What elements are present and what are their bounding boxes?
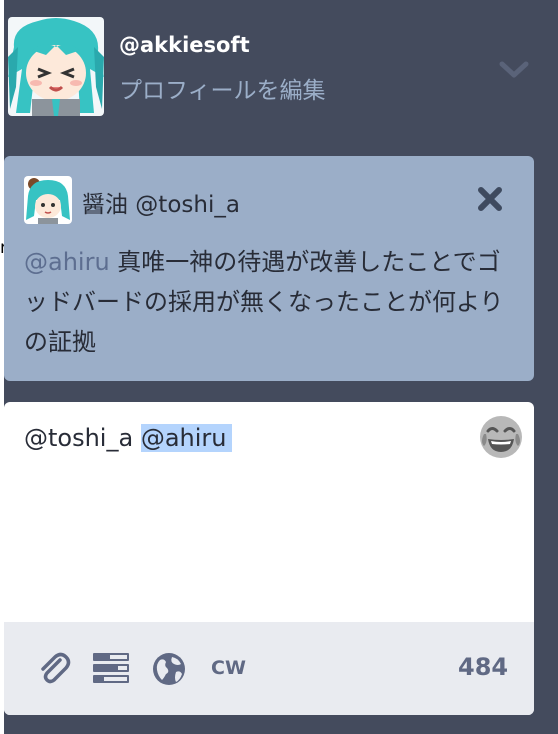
compose-form: @toshi_a @ahiru CW 484 [4, 402, 534, 715]
compose-textarea[interactable]: @toshi_a @ahiru [24, 424, 233, 452]
paperclip-icon[interactable] [36, 650, 72, 686]
reply-status-text: @ahiru 真唯一神の待遇が改善したことでゴッドバードの採用が無くなったことが… [24, 242, 519, 362]
account-username: @akkiesoft [119, 33, 250, 57]
content-warning-button[interactable]: CW [211, 657, 246, 679]
account-header: @akkiesoft プロフィールを編集 [4, 0, 558, 140]
compose-selected-text: @ahiru [140, 424, 233, 452]
poll-icon[interactable] [92, 652, 130, 684]
avatar[interactable] [8, 17, 104, 116]
compose-toolbar: CW 484 [4, 622, 534, 715]
reply-indicator: 醤油 @toshi_a @ahiru 真唯一神の待遇が改善したことでゴッドバード… [4, 156, 534, 381]
reply-mention-link[interactable]: @ahiru [24, 248, 110, 276]
compose-text-prefix: @toshi_a [24, 424, 141, 452]
globe-icon[interactable] [152, 652, 186, 686]
reply-author-name[interactable]: 醤油 @toshi_a [82, 185, 240, 219]
close-icon[interactable] [474, 183, 506, 215]
reply-author-avatar[interactable] [24, 176, 72, 224]
laughing-crying-emoji-icon[interactable] [478, 414, 524, 460]
edit-profile-link[interactable]: プロフィールを編集 [119, 71, 326, 105]
character-counter: 484 [458, 653, 509, 681]
chevron-down-icon[interactable] [498, 55, 530, 83]
